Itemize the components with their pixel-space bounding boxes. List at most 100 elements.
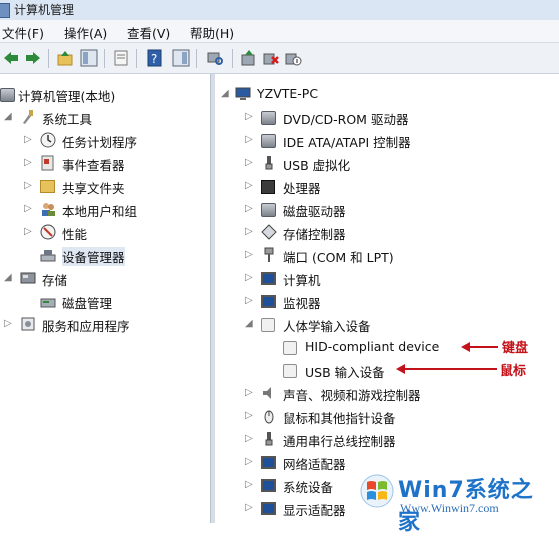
performance-icon [40, 224, 56, 240]
expanded-arrow-icon[interactable]: ◢ [4, 111, 12, 122]
tree-item-disk-management[interactable]: 磁盘管理 [0, 291, 210, 311]
tree-item-shared-folders[interactable]: ▷ 共享文件夹 [0, 176, 210, 196]
device-label: 磁盘驱动器 [283, 204, 346, 219]
collapsed-arrow-icon[interactable]: ▷ [245, 226, 253, 237]
collapsed-arrow-icon[interactable]: ▷ [245, 479, 253, 490]
tree-label: 存储 [42, 273, 68, 288]
disable-device-icon[interactable] [284, 49, 302, 67]
collapsed-arrow-icon[interactable]: ▷ [245, 203, 253, 214]
tree-label: 服务和应用程序 [42, 319, 130, 334]
tree-label: 设备管理器 [62, 247, 125, 266]
update-driver-icon[interactable] [240, 49, 258, 67]
collapsed-arrow-icon[interactable]: ▷ [24, 157, 32, 168]
users-icon [40, 201, 56, 217]
collapsed-arrow-icon[interactable]: ▷ [245, 157, 253, 168]
navigation-tree: 计算机管理(本地) ◢ 系统工具 ▷ 任务计划程序 ▷ 事件查看器 ▷ 共享文件… [0, 74, 210, 523]
device-category-sound[interactable]: ▷ 声音、视频和游戏控制器 [215, 383, 559, 403]
device-category-disk-drives[interactable]: ▷ 磁盘驱动器 [215, 199, 559, 219]
collapsed-arrow-icon[interactable]: ▷ [24, 180, 32, 191]
mouse-annotation: 鼠标 [500, 364, 527, 379]
device-label: 显示适配器 [283, 503, 346, 518]
tree-item-performance[interactable]: ▷ 性能 [0, 222, 210, 242]
collapsed-arrow-icon[interactable]: ▷ [245, 387, 253, 398]
menu-file[interactable]: 文件(F) [2, 23, 44, 42]
network-adapter-icon [261, 456, 276, 469]
tree-item-system-tools[interactable]: ◢ 系统工具 [0, 107, 210, 127]
collapsed-arrow-icon[interactable]: ▷ [245, 410, 253, 421]
mouse-annotation-line [403, 368, 497, 370]
collapsed-arrow-icon[interactable]: ▷ [245, 433, 253, 444]
device-category-hid[interactable]: ◢ 人体学输入设备 [215, 314, 559, 334]
collapsed-arrow-icon[interactable]: ▷ [4, 318, 12, 329]
uninstall-icon[interactable] [262, 49, 280, 67]
up-folder-icon[interactable] [56, 49, 74, 67]
device-category-usb-virtualization[interactable]: ▷ USB 虚拟化 [215, 153, 559, 173]
show-hide-pane-icon[interactable] [172, 49, 190, 67]
collapsed-arrow-icon[interactable]: ▷ [24, 226, 32, 237]
collapsed-arrow-icon[interactable]: ▷ [245, 249, 253, 260]
device-tree-root[interactable]: ◢ YZVTE-PC [215, 84, 559, 104]
expanded-arrow-icon[interactable]: ◢ [245, 318, 253, 329]
device-category-storage-controllers[interactable]: ▷ 存储控制器 [215, 222, 559, 242]
ide-controller-icon [261, 134, 276, 148]
device-category-ports[interactable]: ▷ 端口 (COM 和 LPT) [215, 245, 559, 265]
device-category-dvd[interactable]: ▷ DVD/CD-ROM 驱动器 [215, 107, 559, 127]
device-label: DVD/CD-ROM 驱动器 [283, 112, 409, 127]
collapsed-arrow-icon[interactable]: ▷ [24, 134, 32, 145]
watermark: Win7系统之家 Www.Winwin7.com [356, 468, 556, 535]
device-label: 系统设备 [283, 480, 334, 495]
tree-label: 事件查看器 [62, 158, 125, 173]
tree-label: 任务计划程序 [62, 135, 138, 150]
windows-logo-icon [360, 474, 394, 508]
collapsed-arrow-icon[interactable]: ▷ [245, 456, 253, 467]
device-category-processor[interactable]: ▷ 处理器 [215, 176, 559, 196]
tree-item-services-apps[interactable]: ▷ 服务和应用程序 [0, 314, 210, 334]
collapsed-arrow-icon[interactable]: ▷ [245, 134, 253, 145]
menu-help[interactable]: 帮助(H) [190, 23, 234, 42]
computer-icon [261, 272, 276, 285]
collapsed-arrow-icon[interactable]: ▷ [245, 272, 253, 283]
device-label: USB 输入设备 [305, 365, 385, 380]
device-category-usb-controllers[interactable]: ▷ 通用串行总线控制器 [215, 429, 559, 449]
keyboard-annotation: 键盘 [502, 341, 529, 356]
tree-item-root[interactable]: 计算机管理(本地) [0, 84, 210, 104]
tree-item-task-scheduler[interactable]: ▷ 任务计划程序 [0, 130, 210, 150]
device-category-ide[interactable]: ▷ IDE ATA/ATAPI 控制器 [215, 130, 559, 150]
storage-controller-icon [261, 224, 277, 240]
tree-label: 性能 [62, 227, 88, 242]
menu-view[interactable]: 查看(V) [127, 23, 170, 42]
collapsed-arrow-icon[interactable]: ▷ [245, 295, 253, 306]
tree-label: 磁盘管理 [62, 296, 113, 311]
processor-icon [261, 180, 275, 194]
mouse-icon [261, 408, 277, 424]
toolbar: ? [0, 43, 559, 74]
show-tree-icon[interactable] [80, 49, 98, 67]
tree-item-device-manager[interactable]: 设备管理器 [0, 245, 210, 266]
collapsed-arrow-icon[interactable]: ▷ [245, 111, 253, 122]
hid-icon [261, 318, 275, 332]
scan-hardware-icon[interactable] [206, 49, 224, 67]
svg-text:?: ? [151, 52, 157, 66]
usb-plug-icon [261, 155, 277, 171]
back-arrow-icon[interactable] [2, 49, 20, 67]
expanded-arrow-icon[interactable]: ◢ [4, 272, 12, 283]
clock-icon [40, 132, 56, 148]
device-label: 处理器 [283, 181, 321, 196]
forward-arrow-icon[interactable] [24, 49, 42, 67]
tree-item-local-users[interactable]: ▷ 本地用户和组 [0, 199, 210, 219]
properties-icon[interactable] [112, 49, 130, 67]
device-category-monitors[interactable]: ▷ 监视器 [215, 291, 559, 311]
menu-action[interactable]: 操作(A) [64, 23, 107, 42]
tree-item-storage[interactable]: ◢ 存储 [0, 268, 210, 288]
collapsed-arrow-icon[interactable]: ▷ [245, 502, 253, 513]
tree-item-event-viewer[interactable]: ▷ 事件查看器 [0, 153, 210, 173]
collapsed-arrow-icon[interactable]: ▷ [24, 203, 32, 214]
help-icon[interactable]: ? [146, 49, 164, 67]
collapsed-arrow-icon[interactable]: ▷ [245, 180, 253, 191]
device-category-mice[interactable]: ▷ 鼠标和其他指针设备 [215, 406, 559, 426]
storage-icon [20, 270, 36, 286]
device-manager-icon [40, 247, 56, 263]
pc-icon [235, 86, 251, 102]
expanded-arrow-icon[interactable]: ◢ [221, 88, 229, 99]
device-category-computer[interactable]: ▷ 计算机 [215, 268, 559, 288]
